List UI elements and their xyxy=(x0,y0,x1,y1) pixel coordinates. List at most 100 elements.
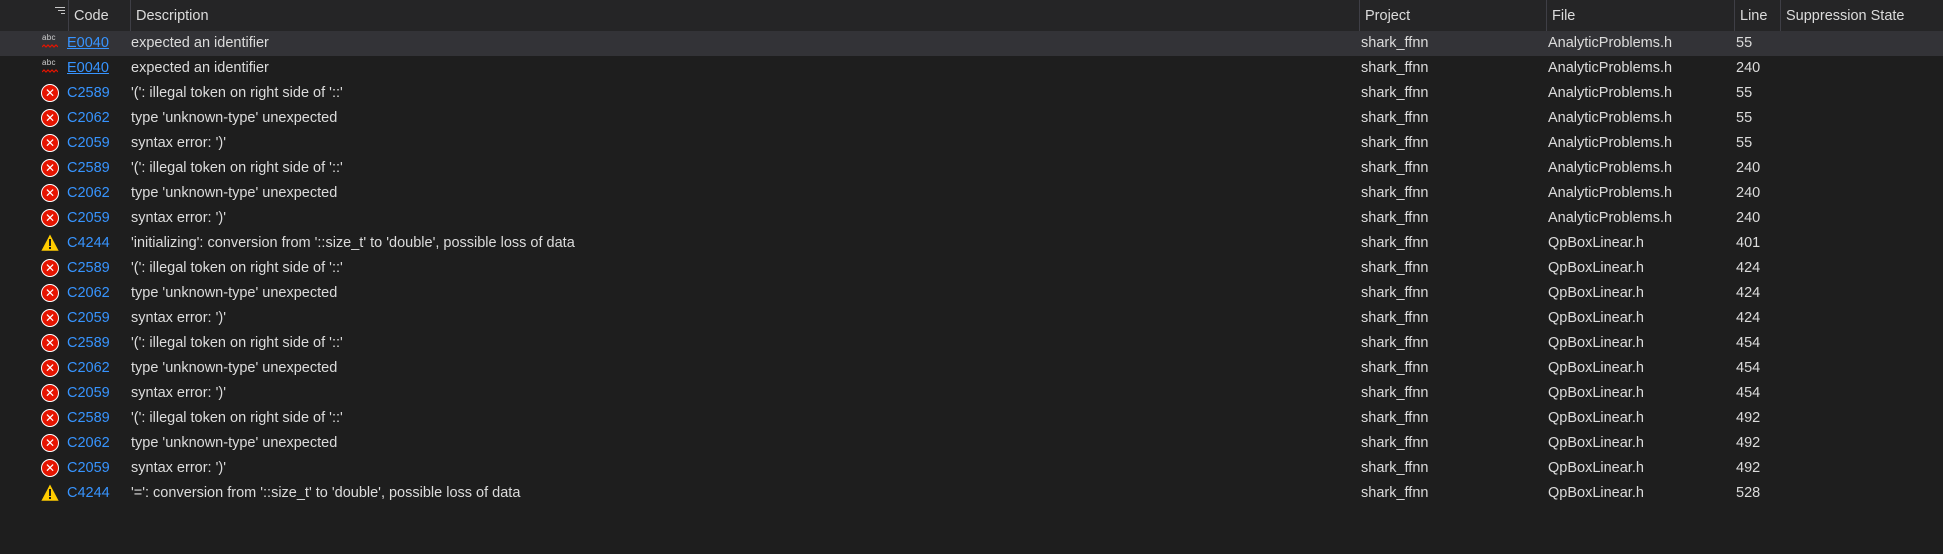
error-list-row[interactable]: ✕ C2059 syntax error: ')' shark_ffnn Analyti… xyxy=(0,206,1943,231)
error-line: 401 xyxy=(1736,235,1761,251)
error-list-row[interactable]: ✕ C2589 '(': illegal token on right side o… xyxy=(0,331,1943,356)
error-icon: ✕ xyxy=(40,406,60,431)
column-filter-icon[interactable] xyxy=(55,7,65,17)
error-list-row[interactable]: ✕ C2062 type 'unknown-type' unexpected shar… xyxy=(0,281,1943,306)
error-code-link[interactable]: C2062 xyxy=(67,181,127,206)
error-icon: ✕ xyxy=(40,131,60,156)
error-list-row[interactable]: ✕ C2589 '(': illegal token on right side o… xyxy=(0,156,1943,181)
error-list-row[interactable]: ✕ C2062 type 'unknown-type' unexpected shar… xyxy=(0,431,1943,456)
error-code-link[interactable]: E0040 xyxy=(67,56,127,81)
error-description: type 'unknown-type' unexpected xyxy=(131,360,338,376)
error-list: Code Description Project File Line Suppr… xyxy=(0,0,1943,554)
error-description: syntax error: ')' xyxy=(131,210,226,226)
error-list-row[interactable]: ✕ C2589 '(': illegal token on right side o… xyxy=(0,81,1943,106)
error-file: QpBoxLinear.h xyxy=(1548,285,1644,301)
error-icon: ✕ xyxy=(40,331,60,356)
error-description: '(': illegal token on right side of '::' xyxy=(131,160,343,176)
error-list-row[interactable]: ✕ C2059 syntax error: ')' shark_ffnn QpBoxLi… xyxy=(0,381,1943,406)
error-project: shark_ffnn xyxy=(1361,235,1429,251)
error-description: syntax error: ')' xyxy=(131,460,226,476)
error-code-link[interactable]: C2062 xyxy=(67,431,127,456)
error-suppression-state xyxy=(1784,256,1934,281)
error-list-row[interactable]: ✕ C2062 type 'unknown-type' unexpected shar… xyxy=(0,356,1943,381)
error-description: type 'unknown-type' unexpected xyxy=(131,285,338,301)
error-code-link[interactable]: C2589 xyxy=(67,406,127,431)
error-code-link[interactable]: C2059 xyxy=(67,381,127,406)
error-code-link[interactable]: C2062 xyxy=(67,106,127,131)
error-project: shark_ffnn xyxy=(1361,110,1429,126)
error-code-link[interactable]: C2589 xyxy=(67,331,127,356)
header-suppression-state[interactable]: Suppression State xyxy=(1780,0,1943,31)
error-description: type 'unknown-type' unexpected xyxy=(131,110,338,126)
error-line: 454 xyxy=(1736,360,1761,376)
error-list-row[interactable]: ✕ C2059 syntax error: ')' shark_ffnn QpBoxLi… xyxy=(0,456,1943,481)
header-file[interactable]: File xyxy=(1546,0,1734,31)
error-file: AnalyticProblems.h xyxy=(1548,185,1673,201)
error-description: type 'unknown-type' unexpected xyxy=(131,435,338,451)
error-suppression-state xyxy=(1784,181,1934,206)
error-code-link[interactable]: C2589 xyxy=(67,156,127,181)
error-line: 240 xyxy=(1736,60,1761,76)
error-suppression-state xyxy=(1784,281,1934,306)
error-suppression-state xyxy=(1784,106,1934,131)
error-list-row[interactable]: ✕ C2059 syntax error: ')' shark_ffnn QpBoxLi… xyxy=(0,306,1943,331)
error-icon: ✕ xyxy=(40,81,60,106)
error-file: QpBoxLinear.h xyxy=(1548,235,1644,251)
error-code-link[interactable]: C2059 xyxy=(67,206,127,231)
error-description: expected an identifier xyxy=(131,35,269,51)
error-list-row[interactable]: C4244'initializing': conversion from '::… xyxy=(0,231,1943,256)
header-code[interactable]: Code xyxy=(68,0,130,31)
error-line: 454 xyxy=(1736,385,1761,401)
header-line[interactable]: Line xyxy=(1734,0,1780,31)
error-code-link[interactable]: C2589 xyxy=(67,81,127,106)
error-suppression-state xyxy=(1784,156,1934,181)
spell-check-icon: abc xyxy=(40,31,60,56)
error-suppression-state xyxy=(1784,31,1934,56)
error-description: syntax error: ')' xyxy=(131,385,226,401)
spell-check-icon: abc xyxy=(40,56,60,81)
error-list-row[interactable]: ✕ C2059 syntax error: ')' shark_ffnn Analyti… xyxy=(0,131,1943,156)
error-project: shark_ffnn xyxy=(1361,185,1429,201)
error-list-row[interactable]: ✕ C2062 type 'unknown-type' unexpected shar… xyxy=(0,106,1943,131)
error-icon: ✕ xyxy=(40,356,60,381)
error-code-link[interactable]: C2062 xyxy=(67,356,127,381)
error-icon: ✕ xyxy=(40,256,60,281)
error-project: shark_ffnn xyxy=(1361,410,1429,426)
error-project: shark_ffnn xyxy=(1361,260,1429,276)
error-description: '=': conversion from '::size_t' to 'doub… xyxy=(131,485,521,501)
error-project: shark_ffnn xyxy=(1361,160,1429,176)
header-description[interactable]: Description xyxy=(130,0,1359,31)
error-file: AnalyticProblems.h xyxy=(1548,135,1673,151)
error-line: 492 xyxy=(1736,435,1761,451)
error-code-link[interactable]: C4244 xyxy=(67,231,127,256)
error-line: 424 xyxy=(1736,285,1761,301)
error-list-row[interactable]: ✕ C2589 '(': illegal token on right side o… xyxy=(0,256,1943,281)
error-line: 240 xyxy=(1736,160,1761,176)
error-code-link[interactable]: C2589 xyxy=(67,256,127,281)
error-code-link[interactable]: E0040 xyxy=(67,31,127,56)
error-line: 492 xyxy=(1736,410,1761,426)
warning-icon xyxy=(40,231,60,256)
error-list-row[interactable]: abc E0040 expected an identifier shark_ffnn… xyxy=(0,56,1943,81)
error-list-row[interactable]: ✕ C2589 '(': illegal token on right side o… xyxy=(0,406,1943,431)
error-code-link[interactable]: C2059 xyxy=(67,306,127,331)
error-icon: ✕ xyxy=(40,156,60,181)
error-suppression-state xyxy=(1784,231,1934,256)
error-list-row[interactable]: abc E0040 expected an identifier shark_ffnn… xyxy=(0,31,1943,56)
header-project[interactable]: Project xyxy=(1359,0,1546,31)
error-code-link[interactable]: C2059 xyxy=(67,456,127,481)
error-suppression-state xyxy=(1784,306,1934,331)
error-line: 55 xyxy=(1736,135,1753,151)
error-code-link[interactable]: C2062 xyxy=(67,281,127,306)
header-icon-column[interactable] xyxy=(0,0,68,31)
error-description: expected an identifier xyxy=(131,60,269,76)
error-icon: ✕ xyxy=(40,431,60,456)
error-file: AnalyticProblems.h xyxy=(1548,60,1673,76)
error-list-row[interactable]: ✕ C2062 type 'unknown-type' unexpected shar… xyxy=(0,181,1943,206)
error-code-link[interactable]: C2059 xyxy=(67,131,127,156)
error-code-link[interactable]: C4244 xyxy=(67,481,127,506)
error-project: shark_ffnn xyxy=(1361,285,1429,301)
error-description: 'initializing': conversion from '::size_… xyxy=(131,235,575,251)
error-list-row[interactable]: C4244 '=': conversion from '::size_t' to … xyxy=(0,481,1943,506)
error-icon: ✕ xyxy=(40,306,60,331)
